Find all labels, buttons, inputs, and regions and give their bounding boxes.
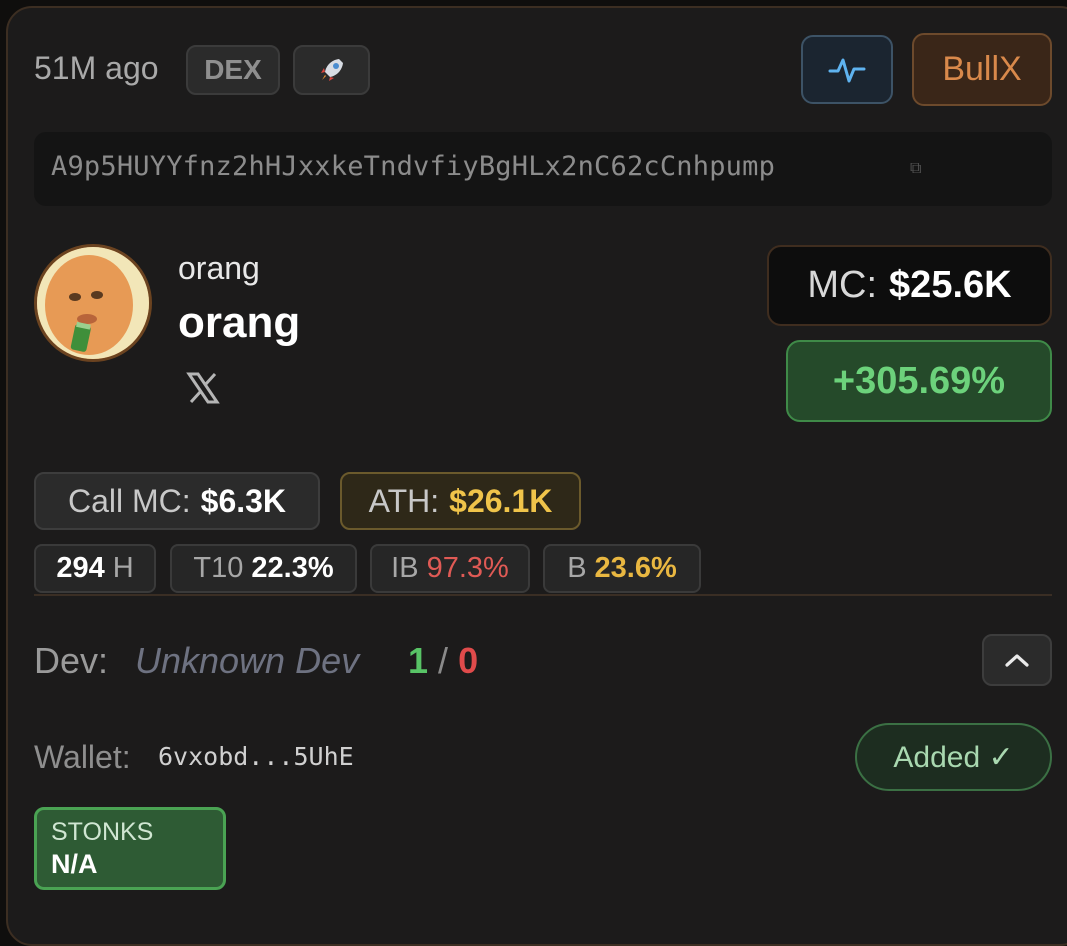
token-avatar (34, 244, 152, 362)
stonks-badge: STONKS N/A (34, 807, 226, 890)
activity-pulse-icon (828, 58, 866, 82)
x-logo-icon[interactable] (185, 370, 221, 406)
stonks-value: N/A (51, 849, 98, 879)
bullx-button[interactable]: BullX (912, 33, 1052, 106)
dex-badge: DEX (186, 45, 280, 95)
rocket-icon[interactable] (293, 45, 370, 95)
ib-label: IB (391, 552, 419, 584)
call-mc-value: $6.3K (200, 482, 287, 519)
b-value: 23.6% (594, 552, 677, 584)
holders-badge: 294 H (34, 544, 156, 593)
wallet-label: Wallet: (34, 739, 131, 775)
chevron-up-icon (1005, 654, 1029, 667)
stonks-title: STONKS (51, 818, 154, 846)
bundle-badge: B 23.6% (543, 544, 701, 593)
dev-wins: 1 (408, 640, 429, 681)
top10-badge: T10 22.3% (170, 544, 357, 593)
mc-label: MC: (807, 264, 878, 306)
call-mc-label: Call MC: (67, 482, 191, 519)
contract-address[interactable]: A9p5HUYYfnz2hHJxxkeTndvfiyBgHLx2nC62cCnh… (51, 151, 775, 182)
dev-name: Unknown Dev (135, 640, 360, 681)
chart-button[interactable] (801, 35, 893, 104)
divider (34, 594, 1052, 596)
holders-label: H (112, 552, 134, 584)
added-button[interactable]: Added ✓ (855, 723, 1052, 791)
price-change-badge: +305.69% (786, 340, 1052, 422)
dev-losses: 0 (458, 640, 479, 681)
wallet-address[interactable]: 6vxobd...5UhE (158, 742, 354, 771)
collapse-button[interactable] (982, 634, 1052, 686)
dev-record: 1 / 0 (408, 640, 478, 682)
token-name: orang (178, 298, 301, 347)
ib-value: 97.3% (426, 552, 509, 584)
time-ago: 51M ago (34, 50, 159, 86)
dev-separator: / (438, 640, 449, 681)
call-mc-badge: Call MC: $6.3K (34, 472, 320, 530)
holders-value: 294 (56, 552, 105, 584)
dev-label: Dev: (34, 640, 109, 681)
b-label: B (567, 552, 587, 584)
ath-value: $26.1K (449, 482, 553, 519)
ath-badge: ATH: $26.1K (340, 472, 581, 530)
copy-icon[interactable]: ⧉ (910, 160, 921, 178)
top10-label: T10 (193, 552, 244, 584)
token-symbol: orang (178, 250, 260, 286)
market-cap-badge: MC: $25.6K (767, 245, 1052, 326)
top10-value: 22.3% (251, 552, 334, 584)
mc-value: $25.6K (889, 264, 1012, 306)
insider-badge: IB 97.3% (370, 544, 530, 593)
ath-label: ATH: (368, 482, 440, 519)
